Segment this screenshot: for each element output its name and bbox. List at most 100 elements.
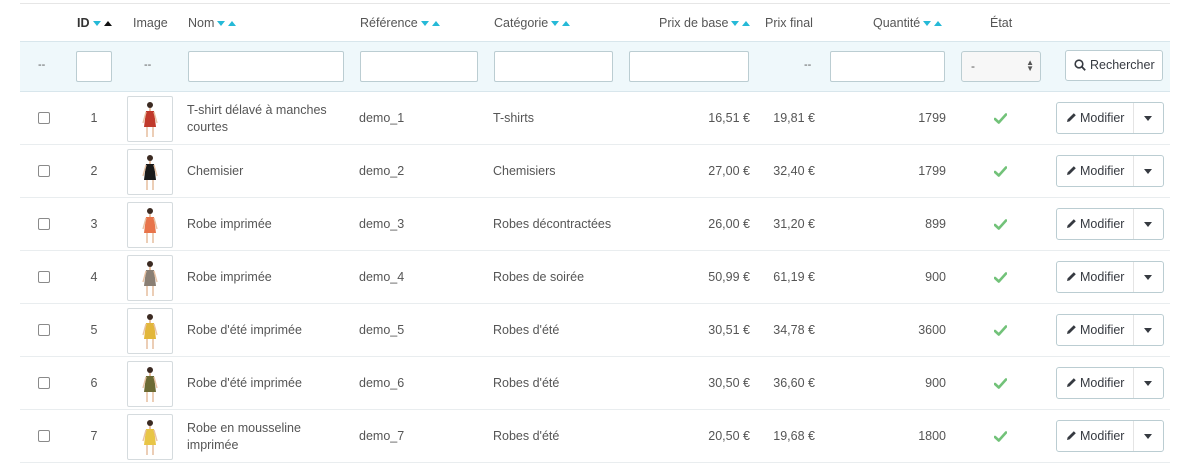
- search-button-label: Rechercher: [1090, 58, 1155, 72]
- product-thumbnail[interactable]: [127, 202, 173, 248]
- sort-desc-icon[interactable]: [923, 21, 932, 27]
- sort-asc-icon[interactable]: [103, 21, 112, 27]
- sort-desc-icon[interactable]: [551, 21, 560, 27]
- sort-desc-icon[interactable]: [420, 21, 429, 27]
- row-final-price: 19,68 €: [773, 429, 815, 443]
- row-category: Robes d'été: [493, 323, 560, 337]
- edit-button-label: Modifier: [1080, 323, 1125, 337]
- row-name: Robe imprimée: [187, 270, 272, 284]
- sort-desc-icon[interactable]: [731, 21, 740, 27]
- row-id: 6: [90, 376, 98, 390]
- edit-button[interactable]: Modifier: [1066, 323, 1124, 337]
- table-row: 1 T-shirt délavé à manches courtes demo_…: [20, 92, 1170, 145]
- header-name: Nom: [188, 16, 237, 30]
- edit-button[interactable]: Modifier: [1066, 217, 1124, 231]
- filter-category-input[interactable]: [494, 51, 613, 82]
- row-base-price: 30,51 €: [708, 323, 750, 337]
- dropdown-caret-icon[interactable]: [1144, 434, 1152, 439]
- edit-button-group: Modifier: [1056, 367, 1164, 399]
- filter-name-input[interactable]: [188, 51, 344, 82]
- filter-status-select[interactable]: - ▲ ▼: [961, 51, 1041, 82]
- row-id: 4: [90, 270, 98, 284]
- check-icon[interactable]: [994, 325, 1007, 336]
- row-checkbox[interactable]: [38, 112, 50, 124]
- row-quantity: 1799: [918, 164, 946, 178]
- search-button[interactable]: Rechercher: [1065, 50, 1163, 81]
- dropdown-caret-icon[interactable]: [1144, 328, 1152, 333]
- row-id: 7: [90, 429, 98, 443]
- row-name: Chemisier: [187, 164, 244, 178]
- row-base-price: 30,50 €: [708, 376, 750, 390]
- divider: [1133, 421, 1134, 451]
- row-final-price: 34,78 €: [773, 323, 815, 337]
- product-thumbnail[interactable]: [127, 414, 173, 460]
- row-base-price: 50,99 €: [708, 270, 750, 284]
- row-reference: demo_5: [359, 323, 405, 337]
- row-base-price: 27,00 €: [708, 164, 750, 178]
- filter-quantity-input[interactable]: [830, 51, 945, 82]
- divider: [1133, 262, 1134, 292]
- edit-button[interactable]: Modifier: [1066, 270, 1124, 284]
- divider: [1133, 103, 1134, 133]
- sort-asc-icon[interactable]: [562, 21, 571, 27]
- header-reference: Référence: [360, 16, 440, 30]
- row-final-price: 36,60 €: [773, 376, 815, 390]
- check-icon[interactable]: [994, 166, 1007, 177]
- edit-button[interactable]: Modifier: [1066, 164, 1124, 178]
- product-thumbnail[interactable]: [127, 96, 173, 142]
- select-arrows-icon: ▲ ▼: [1026, 58, 1034, 73]
- edit-button-label: Modifier: [1080, 164, 1125, 178]
- row-quantity: 1800: [918, 429, 946, 443]
- check-icon[interactable]: [994, 219, 1007, 230]
- check-icon[interactable]: [994, 378, 1007, 389]
- filter-base-price-input[interactable]: [629, 51, 749, 82]
- row-quantity: 900: [925, 376, 946, 390]
- row-checkbox[interactable]: [38, 324, 50, 336]
- filter-reference-input[interactable]: [360, 51, 478, 82]
- dropdown-caret-icon[interactable]: [1144, 222, 1152, 227]
- row-checkbox[interactable]: [38, 165, 50, 177]
- edit-button[interactable]: Modifier: [1066, 111, 1124, 125]
- dropdown-caret-icon[interactable]: [1144, 116, 1152, 121]
- sort-asc-icon[interactable]: [228, 21, 237, 27]
- edit-button-group: Modifier: [1056, 314, 1164, 346]
- check-icon[interactable]: [994, 113, 1007, 124]
- dress-icon: [142, 420, 158, 455]
- edit-button[interactable]: Modifier: [1066, 429, 1124, 443]
- product-thumbnail[interactable]: [127, 149, 173, 195]
- check-icon[interactable]: [994, 272, 1007, 283]
- row-checkbox[interactable]: [38, 218, 50, 230]
- row-base-price: 20,50 €: [708, 429, 750, 443]
- search-icon: [1074, 59, 1086, 71]
- product-thumbnail[interactable]: [127, 361, 173, 407]
- edit-button-group: Modifier: [1056, 208, 1164, 240]
- row-final-price: 61,19 €: [773, 270, 815, 284]
- row-category: Robes de soirée: [493, 270, 585, 284]
- row-checkbox[interactable]: [38, 377, 50, 389]
- product-thumbnail[interactable]: [127, 255, 173, 301]
- row-name: Robe d'été imprimée: [187, 376, 302, 390]
- dropdown-caret-icon[interactable]: [1144, 381, 1152, 386]
- sort-desc-icon[interactable]: [92, 21, 101, 27]
- sort-asc-icon[interactable]: [934, 21, 943, 27]
- filter-status-value: -: [971, 59, 975, 73]
- table-row: 6 Robe d'été imprimée demo_6 Robes d'été…: [20, 357, 1170, 410]
- dropdown-caret-icon[interactable]: [1144, 169, 1152, 174]
- row-final-price: 32,40 €: [773, 164, 815, 178]
- sort-asc-icon[interactable]: [742, 21, 751, 27]
- product-thumbnail[interactable]: [127, 308, 173, 354]
- row-final-price: 19,81 €: [773, 111, 815, 125]
- filter-id-input[interactable]: [76, 51, 112, 82]
- sort-asc-icon[interactable]: [431, 21, 440, 27]
- row-checkbox[interactable]: [38, 271, 50, 283]
- check-icon[interactable]: [994, 431, 1007, 442]
- row-final-price: 31,20 €: [773, 217, 815, 231]
- edit-button[interactable]: Modifier: [1066, 376, 1124, 390]
- edit-button-label: Modifier: [1080, 217, 1125, 231]
- filter-row: -- -- -- - ▲ ▼ Rechercher: [20, 41, 1170, 92]
- dropdown-caret-icon[interactable]: [1144, 275, 1152, 280]
- row-quantity: 1799: [918, 111, 946, 125]
- table-header: ID Image Nom Référence Catégorie Prix de…: [20, 4, 1170, 41]
- sort-desc-icon[interactable]: [217, 21, 226, 27]
- row-checkbox[interactable]: [38, 430, 50, 442]
